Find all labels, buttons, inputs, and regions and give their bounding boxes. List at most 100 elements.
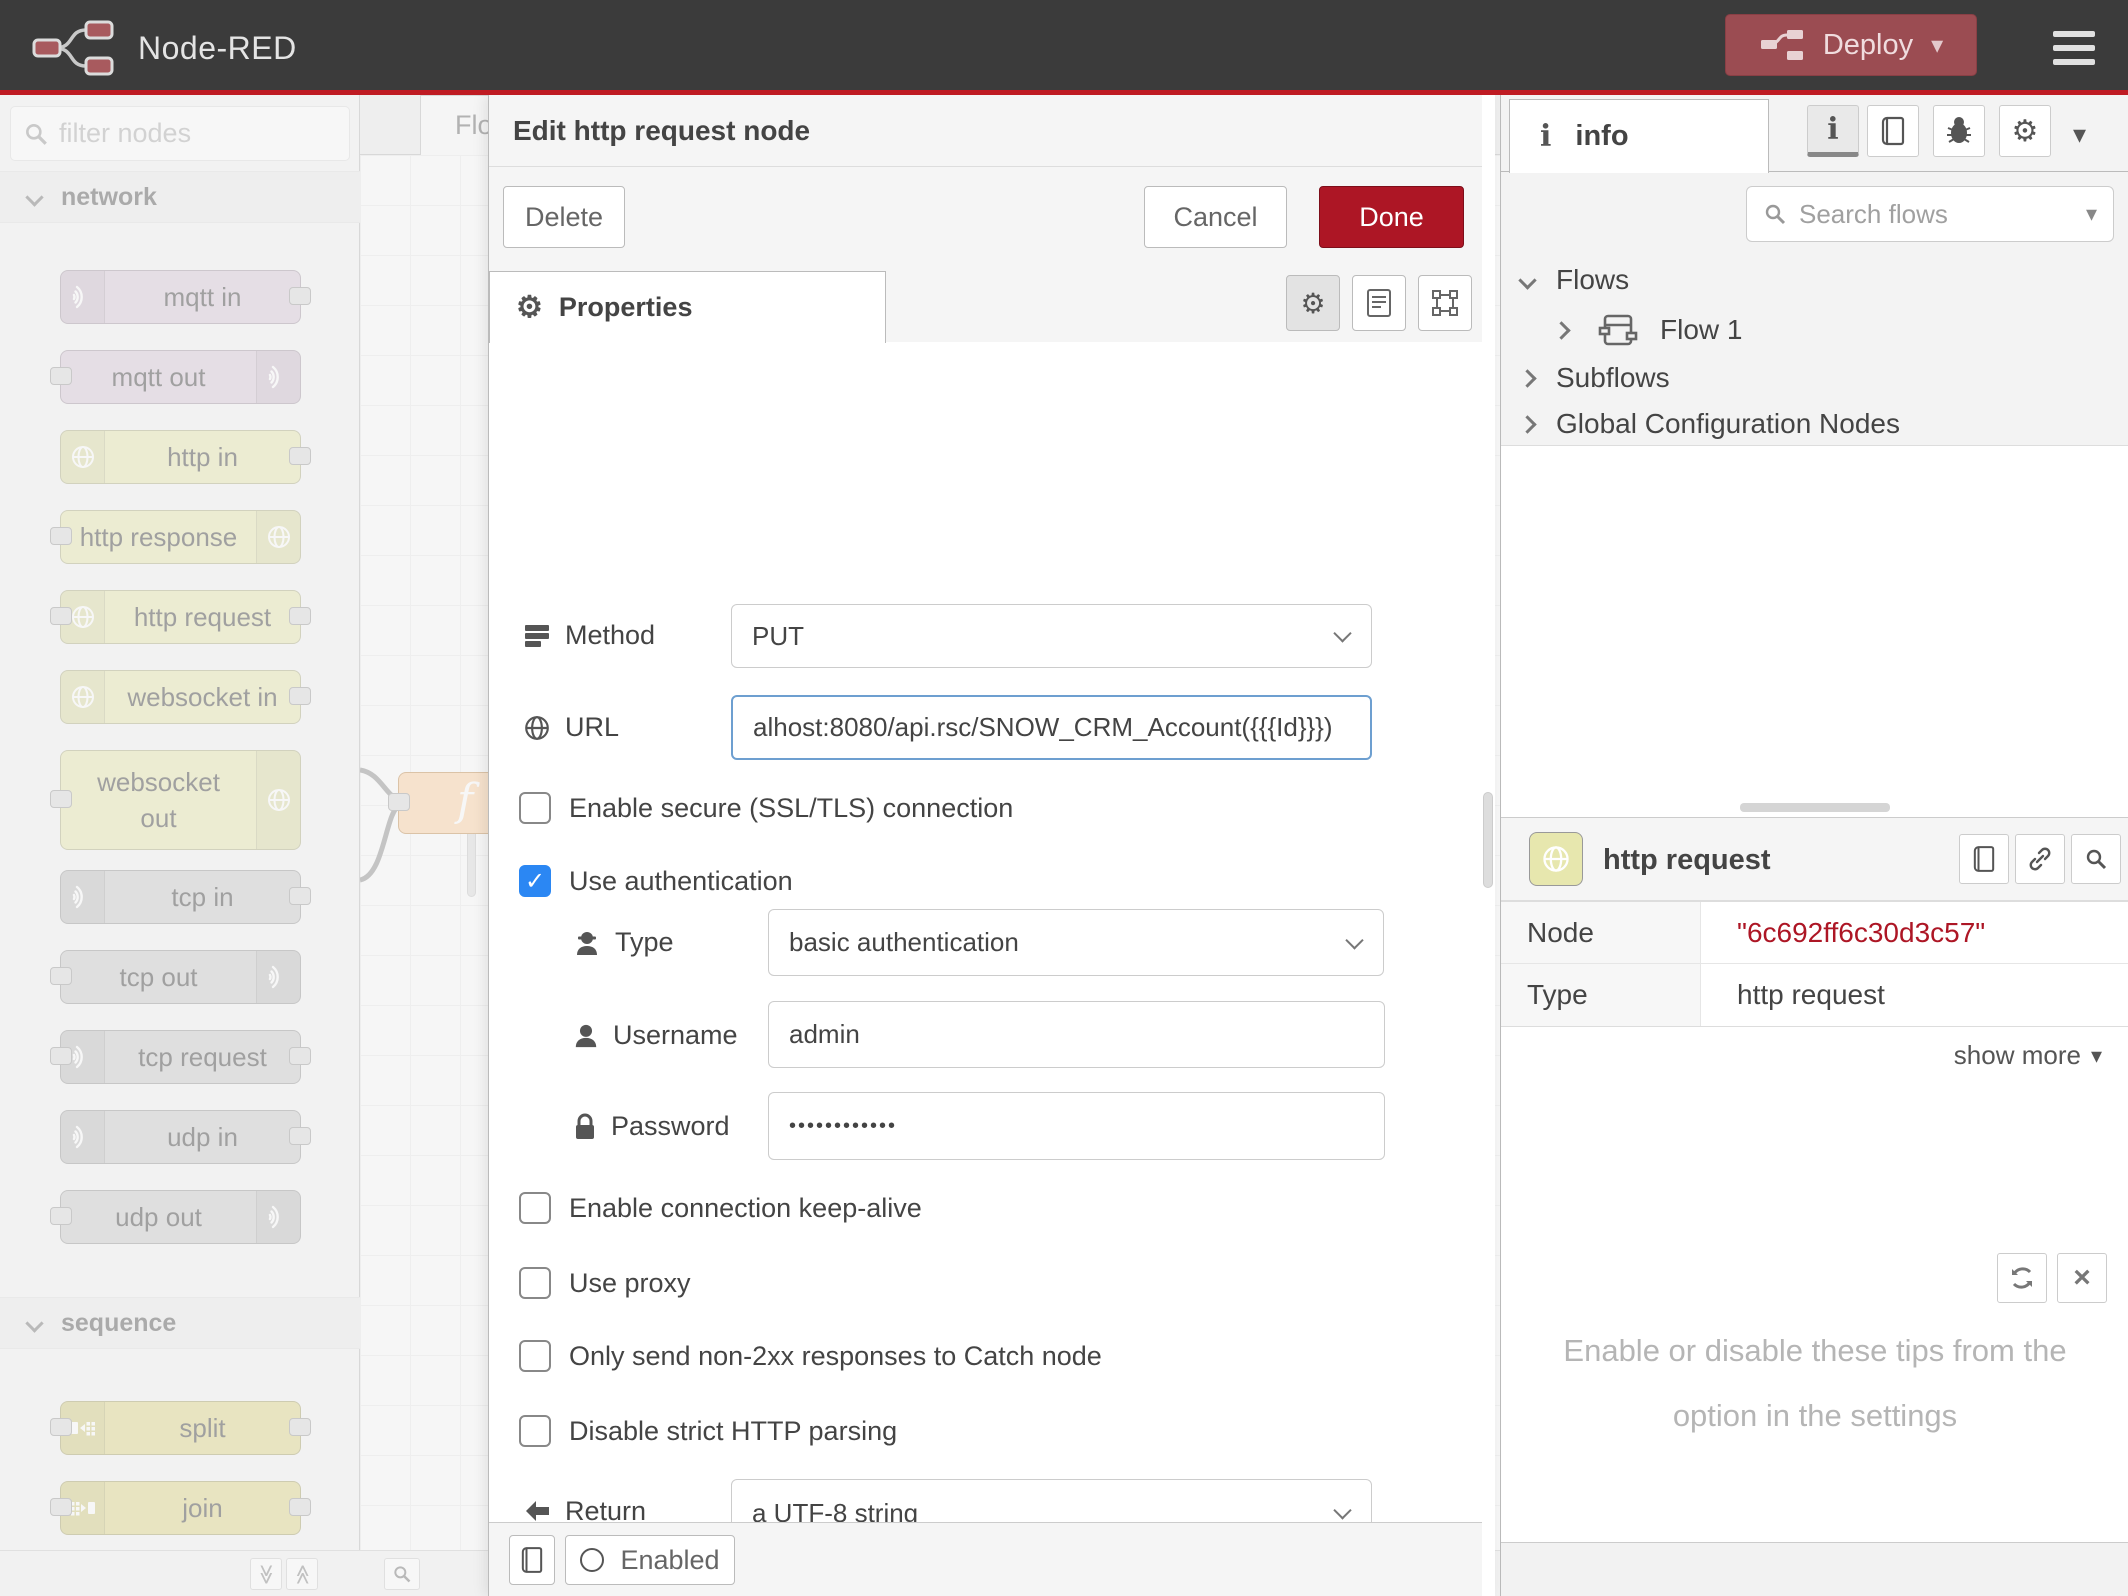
tree-item-subflows[interactable]: Subflows	[1521, 362, 1670, 394]
output-port[interactable]	[289, 887, 311, 905]
output-port[interactable]	[289, 1498, 311, 1516]
input-port[interactable]	[50, 967, 72, 985]
dialog-scrollbar[interactable]	[1483, 792, 1493, 888]
description-footer-button[interactable]	[509, 1535, 555, 1585]
caret-down-icon[interactable]: ▾	[2086, 201, 2097, 227]
description-button[interactable]	[1352, 275, 1406, 331]
palette-node-websocket-out[interactable]: websocket out	[60, 750, 301, 850]
tree-item-flows[interactable]: Flows	[1521, 264, 1629, 296]
palette-node-mqtt-out[interactable]: mqtt out	[60, 350, 301, 404]
input-port[interactable]	[50, 1207, 72, 1225]
palette-node-tcp-out[interactable]: tcp out	[60, 950, 301, 1004]
signal-icon	[61, 1111, 105, 1163]
ssl-checkbox[interactable]	[519, 792, 551, 824]
tab-properties[interactable]: ⚙ Properties	[489, 271, 886, 343]
ssl-label: Enable secure (SSL/TLS) connection	[569, 793, 1013, 824]
input-port[interactable]	[50, 1418, 72, 1436]
non2xx-checkbox-row[interactable]: Only send non-2xx responses to Catch nod…	[519, 1340, 1102, 1372]
input-port[interactable]	[50, 367, 72, 385]
palette-node-tcp-request[interactable]: tcp request	[60, 1030, 301, 1084]
palette-node-udp-in[interactable]: udp in	[60, 1110, 301, 1164]
palette-node-split[interactable]: split	[60, 1401, 301, 1455]
delete-button[interactable]: Delete	[503, 186, 625, 248]
auth-type-select[interactable]: basic authentication	[768, 909, 1384, 976]
input-port[interactable]	[388, 793, 410, 811]
ssl-checkbox-row[interactable]: Enable secure (SSL/TLS) connection	[519, 792, 1013, 824]
search-flows-input[interactable]: Search flows ▾	[1746, 186, 2114, 242]
sidebar-tab-info-button[interactable]: i	[1807, 105, 1859, 157]
output-port[interactable]	[289, 1047, 311, 1065]
node-help-button[interactable]	[1959, 834, 2009, 884]
keepalive-checkbox[interactable]	[519, 1192, 551, 1224]
signal-icon	[61, 271, 105, 323]
palette-node-udp-out[interactable]: udp out	[60, 1190, 301, 1244]
cancel-button[interactable]: Cancel	[1144, 186, 1287, 248]
node-id-value[interactable]: "6c692ff6c30d3c57"	[1701, 902, 2128, 963]
table-row: Type http request	[1501, 964, 2128, 1026]
sidebar-tab-debug-button[interactable]	[1933, 105, 1985, 157]
palette-node-tcp-in[interactable]: tcp in	[60, 870, 301, 924]
method-select[interactable]: PUT	[731, 604, 1372, 668]
input-port[interactable]	[50, 790, 72, 808]
input-port[interactable]	[50, 607, 72, 625]
chevron-down-icon	[25, 188, 43, 206]
sidebar-tab-config-button[interactable]: ⚙	[1999, 105, 2051, 157]
zoom-icon[interactable]	[384, 1558, 420, 1590]
non2xx-checkbox[interactable]	[519, 1340, 551, 1372]
password-input[interactable]: ••••••••••••	[768, 1092, 1385, 1160]
proxy-checkbox[interactable]	[519, 1267, 551, 1299]
keepalive-label: Enable connection keep-alive	[569, 1193, 922, 1224]
node-link-button[interactable]	[2015, 834, 2065, 884]
palette-node-websocket-in[interactable]: websocket in	[60, 670, 301, 724]
show-more-link[interactable]: show more ▾	[1954, 1040, 2102, 1071]
output-port[interactable]	[289, 1418, 311, 1436]
keepalive-checkbox-row[interactable]: Enable connection keep-alive	[519, 1192, 922, 1224]
chevron-down-icon	[25, 1314, 43, 1332]
palette-node-http-in[interactable]: http in	[60, 430, 301, 484]
strict-label: Disable strict HTTP parsing	[569, 1416, 897, 1447]
input-port[interactable]	[50, 1047, 72, 1065]
palette-node-http-response[interactable]: http response	[60, 510, 301, 564]
auth-checkbox-row[interactable]: ✓ Use authentication	[519, 865, 793, 897]
input-port[interactable]	[50, 527, 72, 545]
tab-info[interactable]: i info	[1509, 99, 1769, 173]
strict-checkbox[interactable]	[519, 1415, 551, 1447]
username-input[interactable]: admin	[768, 1001, 1385, 1068]
palette-filter-input[interactable]: filter nodes	[10, 106, 350, 161]
auth-checkbox[interactable]: ✓	[519, 865, 551, 897]
category-sequence[interactable]: sequence	[0, 1297, 360, 1349]
palette-node-mqtt-in[interactable]: mqtt in	[60, 270, 301, 324]
expand-all-icon[interactable]: ≫	[286, 1558, 318, 1590]
palette-node-http-request[interactable]: http request	[60, 590, 301, 644]
output-port[interactable]	[289, 1127, 311, 1145]
output-port[interactable]	[289, 287, 311, 305]
sidebar-splitter-handle[interactable]	[1740, 803, 1890, 812]
tip-refresh-button[interactable]	[1997, 1253, 2047, 1303]
node-settings-button[interactable]: ⚙	[1286, 275, 1340, 331]
appearance-button[interactable]	[1418, 275, 1472, 331]
globe-icon	[523, 714, 551, 742]
enabled-toggle-button[interactable]: Enabled	[565, 1535, 735, 1585]
book-icon	[521, 1546, 543, 1574]
sidebar-tabs-caret-icon[interactable]: ▾	[2073, 119, 2086, 150]
output-port[interactable]	[289, 687, 311, 705]
deploy-caret-icon[interactable]: ▾	[1931, 31, 1943, 60]
tip-close-icon[interactable]: ×	[2057, 1253, 2107, 1303]
main-menu-icon[interactable]	[2053, 31, 2095, 65]
collapse-all-icon[interactable]: ≫	[250, 1558, 282, 1590]
input-port[interactable]	[50, 1498, 72, 1516]
output-port[interactable]	[289, 447, 311, 465]
output-port[interactable]	[289, 607, 311, 625]
category-network[interactable]: network	[0, 171, 360, 223]
done-button[interactable]: Done	[1319, 186, 1464, 248]
globe-icon	[256, 511, 300, 563]
palette-node-join[interactable]: join	[60, 1481, 301, 1535]
tree-item-global-config[interactable]: Global Configuration Nodes	[1521, 408, 1900, 440]
deploy-button[interactable]: Deploy ▾	[1725, 14, 1977, 76]
sidebar-tab-help-button[interactable]	[1867, 105, 1919, 157]
proxy-checkbox-row[interactable]: Use proxy	[519, 1267, 691, 1299]
tree-item-flow1[interactable]: Flow 1	[1555, 312, 1742, 348]
url-input[interactable]: alhost:8080/api.rsc/SNOW_CRM_Account({{{…	[731, 695, 1372, 760]
strict-checkbox-row[interactable]: Disable strict HTTP parsing	[519, 1415, 897, 1447]
node-search-button[interactable]	[2071, 834, 2121, 884]
